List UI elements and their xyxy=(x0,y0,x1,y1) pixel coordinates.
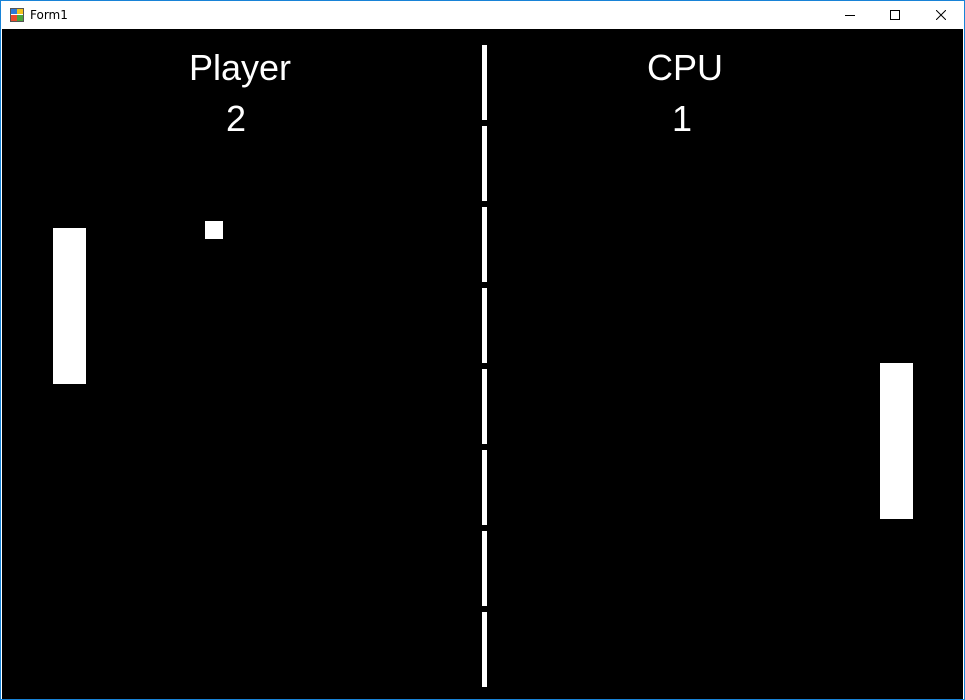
player-score: 2 xyxy=(225,98,247,139)
net-segment xyxy=(482,288,487,363)
cpu-label: CPU xyxy=(646,47,723,88)
minimize-button[interactable] xyxy=(827,1,873,29)
pong-field[interactable]: Player 2 CPU 1 xyxy=(2,29,963,699)
net-segment xyxy=(482,450,487,525)
player-paddle[interactable] xyxy=(53,228,86,384)
ball xyxy=(205,221,223,239)
close-icon xyxy=(936,10,946,20)
window-title: Form1 xyxy=(30,8,68,22)
net-segment xyxy=(482,207,487,282)
cpu-score: 1 xyxy=(671,98,693,139)
app-icon xyxy=(10,8,24,22)
net-segment xyxy=(482,531,487,606)
cpu-paddle xyxy=(880,363,913,519)
maximize-button[interactable] xyxy=(872,1,918,29)
net-segment xyxy=(482,612,487,687)
maximize-icon xyxy=(890,10,900,20)
net-segment xyxy=(482,369,487,444)
player-label: Player xyxy=(188,47,292,88)
net-segment xyxy=(482,45,487,120)
app-window: Form1 Player 2 CPU 1 xyxy=(0,0,965,700)
minimize-icon xyxy=(845,15,855,16)
net-segment xyxy=(482,126,487,201)
title-bar[interactable]: Form1 xyxy=(1,1,964,29)
close-button[interactable] xyxy=(918,1,964,29)
